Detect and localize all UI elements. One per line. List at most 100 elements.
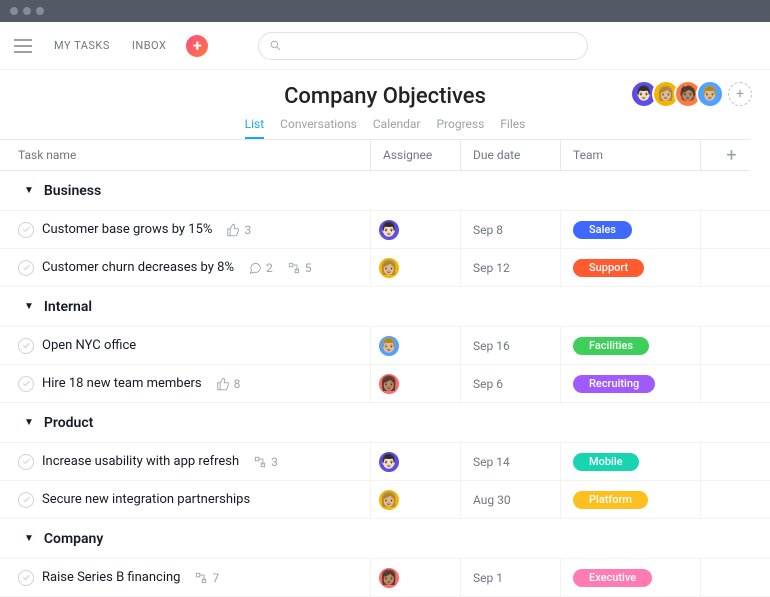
assignee-cell[interactable]: 👩🏼 [370, 249, 460, 286]
assignee-avatar: 👨🏼 [377, 334, 401, 358]
task-name: Increase usability with app refresh [42, 454, 239, 469]
due-date-cell[interactable]: Sep 16 [460, 327, 560, 364]
section-header[interactable]: ▼ Company [0, 519, 770, 559]
project-header: Company Objectives 👨🏻👩🏼🧑🏽👨🏼+ ListConvers… [0, 70, 770, 139]
complete-checkbox[interactable] [18, 492, 34, 508]
window-chrome [0, 0, 770, 22]
complete-checkbox[interactable] [18, 338, 34, 354]
extra-cell [700, 481, 750, 518]
search-input[interactable] [258, 32, 588, 60]
complete-checkbox[interactable] [18, 376, 34, 392]
tab-conversations[interactable]: Conversations [280, 117, 357, 139]
complete-checkbox[interactable] [18, 222, 34, 238]
task-name: Customer base grows by 15% [42, 222, 212, 237]
nav-my-tasks[interactable]: MY TASKS [54, 39, 110, 52]
member-avatar[interactable]: 👨🏼 [696, 80, 724, 108]
task-row[interactable]: Open NYC office 👨🏼 Sep 16 Facilities [0, 327, 770, 365]
project-members: 👨🏻👩🏼🧑🏽👨🏼+ [636, 80, 752, 108]
traffic-light-close[interactable] [10, 7, 18, 15]
assignee-avatar: 👨🏻 [377, 218, 401, 242]
task-name: Hire 18 new team members [42, 376, 202, 391]
col-task-name: Task name [0, 139, 370, 171]
task-row[interactable]: Customer churn decreases by 8% 2 5👩🏼Sep … [0, 249, 770, 287]
add-column-button[interactable]: + [700, 139, 750, 171]
top-bar: MY TASKS INBOX + [0, 22, 770, 70]
team-cell[interactable]: Support [560, 249, 700, 286]
task-row[interactable]: Customer base grows by 15% 3 👨🏻 Sep 8 Sales [0, 211, 770, 249]
extra-cell [700, 327, 750, 364]
col-due-date: Due date [460, 139, 560, 171]
task-name: Secure new integration partnerships [42, 492, 250, 507]
caret-down-icon: ▼ [24, 417, 34, 428]
team-tag: Recruiting [573, 375, 655, 393]
complete-checkbox[interactable] [18, 570, 34, 586]
team-cell[interactable]: Mobile [560, 443, 700, 480]
assignee-cell[interactable]: 👩🏼 [370, 481, 460, 518]
task-name: Raise Series B financing [42, 570, 180, 585]
traffic-light-max[interactable] [36, 7, 44, 15]
col-assignee: Assignee [370, 139, 460, 171]
due-date-cell[interactable]: Sep 14 [460, 443, 560, 480]
task-row[interactable]: Secure new integration partnerships 👩🏼 Aug… [0, 481, 770, 519]
assignee-avatar: 👩🏼 [377, 488, 401, 512]
global-add-button[interactable]: + [186, 35, 208, 57]
task-row[interactable]: Raise Series B financing 7 👩🏽Sep 1Executi… [0, 559, 770, 597]
col-team: Team [560, 139, 700, 171]
team-cell[interactable]: Facilities [560, 327, 700, 364]
assignee-avatar: 👩🏼 [377, 256, 401, 280]
task-name: Customer churn decreases by 8% [42, 260, 234, 275]
caret-down-icon: ▼ [24, 185, 34, 196]
team-tag: Support [573, 259, 644, 277]
task-row[interactable]: Increase usability with app refresh 3👨🏻S… [0, 443, 770, 481]
assignee-cell[interactable]: 👨🏻 [370, 211, 460, 248]
team-cell[interactable]: Recruiting [560, 365, 700, 402]
team-tag: Mobile [573, 453, 639, 471]
team-tag: Sales [573, 221, 632, 239]
task-name: Open NYC office [42, 338, 136, 353]
column-headers: Task name Assignee Due date Team + [0, 139, 770, 171]
like-count: 8 [216, 377, 241, 391]
tab-list[interactable]: List [245, 117, 265, 139]
tab-progress[interactable]: Progress [436, 117, 484, 139]
view-tabs: List Conversations Calendar Progress Files [18, 117, 752, 139]
nav-inbox[interactable]: INBOX [132, 39, 167, 52]
assignee-cell[interactable]: 👩🏽 [370, 365, 460, 402]
caret-down-icon: ▼ [24, 533, 34, 544]
like-count: 3 [226, 223, 251, 237]
add-member-button[interactable]: + [728, 82, 752, 106]
tab-calendar[interactable]: Calendar [373, 117, 421, 139]
traffic-light-min[interactable] [23, 7, 31, 15]
assignee-avatar: 👨🏻 [377, 450, 401, 474]
assignee-cell[interactable]: 👨🏻 [370, 443, 460, 480]
due-date-cell[interactable]: Sep 8 [460, 211, 560, 248]
section-name: Company [44, 531, 103, 547]
comment-count: 2 [248, 261, 273, 275]
section-header[interactable]: ▼Internal [0, 287, 770, 327]
team-cell[interactable]: Executive [560, 559, 700, 596]
tab-files[interactable]: Files [500, 117, 525, 139]
extra-cell [700, 365, 750, 402]
due-date-cell[interactable]: Aug 30 [460, 481, 560, 518]
complete-checkbox[interactable] [18, 454, 34, 470]
task-row[interactable]: Hire 18 new team members 8 👩🏽 Sep 6 Recruit… [0, 365, 770, 403]
team-tag: Facilities [573, 337, 649, 355]
subtask-count: 7 [194, 571, 219, 585]
section-header[interactable]: ▼ Product [0, 403, 770, 443]
section-name: Business [44, 183, 101, 199]
section-name: Product [44, 415, 93, 431]
assignee-cell[interactable]: 👩🏽 [370, 559, 460, 596]
search-icon [269, 39, 282, 52]
assignee-cell[interactable]: 👨🏼 [370, 327, 460, 364]
section-name: Internal [44, 299, 92, 315]
team-cell[interactable]: Platform [560, 481, 700, 518]
team-tag: Platform [573, 491, 648, 509]
due-date-cell[interactable]: Sep 6 [460, 365, 560, 402]
extra-cell [700, 211, 750, 248]
section-header[interactable]: ▼ Business [0, 171, 770, 211]
due-date-cell[interactable]: Sep 12 [460, 249, 560, 286]
menu-icon[interactable] [14, 39, 32, 53]
assignee-avatar: 👩🏽 [377, 372, 401, 396]
team-cell[interactable]: Sales [560, 211, 700, 248]
due-date-cell[interactable]: Sep 1 [460, 559, 560, 596]
complete-checkbox[interactable] [18, 260, 34, 276]
